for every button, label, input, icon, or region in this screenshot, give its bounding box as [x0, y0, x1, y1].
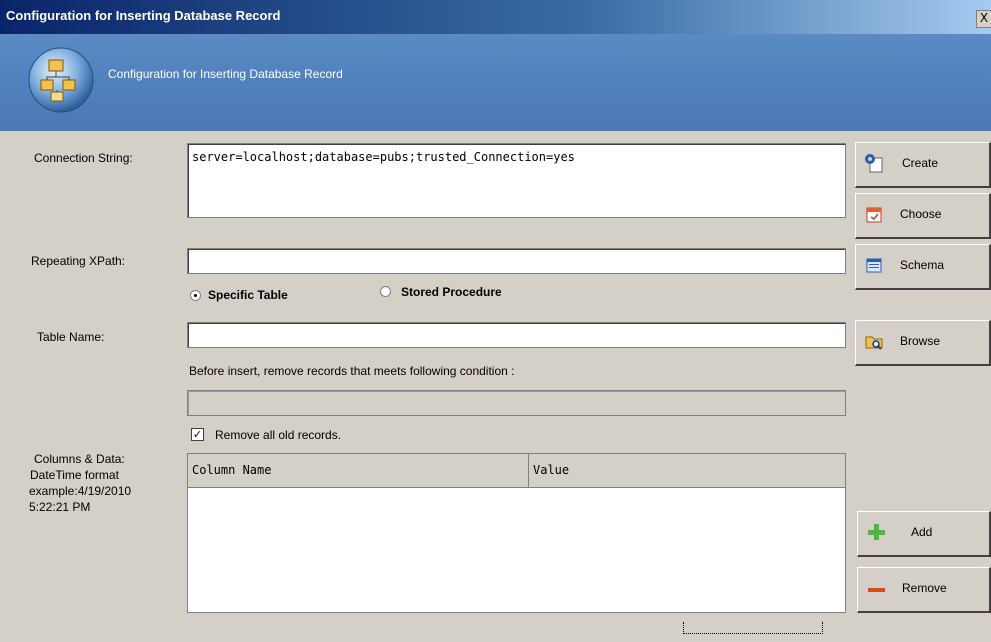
browse-button-label: Browse — [900, 334, 941, 348]
add-button[interactable]: Add — [857, 511, 991, 557]
specific-table-label: Specific Table — [208, 288, 288, 302]
stored-procedure-radio[interactable] — [380, 286, 391, 297]
plus-icon — [868, 524, 885, 540]
remove-button[interactable]: Remove — [857, 567, 991, 613]
grid-header: Column Name Value — [188, 454, 845, 488]
columns-data-label-line2: DateTime format — [30, 468, 119, 482]
repeating-xpath-label: Repeating XPath: — [31, 254, 126, 268]
remove-button-label: Remove — [902, 581, 947, 595]
bottom-button-partial[interactable] — [683, 622, 823, 634]
database-config-icon — [28, 47, 94, 113]
gear-document-icon — [865, 154, 883, 173]
window-title: Configuration for Inserting Database Rec… — [6, 8, 281, 23]
minus-icon — [868, 588, 885, 592]
banner-text: Configuration for Inserting Database Rec… — [108, 67, 343, 81]
columns-data-label-line4: 5:22:21 PM — [29, 500, 91, 514]
connection-string-value: server=localhost;database=pubs;trusted_C… — [192, 150, 575, 164]
condition-label: Before insert, remove records that meets… — [189, 364, 515, 378]
choose-button[interactable]: Choose — [855, 193, 991, 239]
schema-button-label: Schema — [900, 258, 945, 272]
browse-button[interactable]: Browse — [855, 320, 991, 366]
window-icon — [866, 258, 882, 273]
column-name-header[interactable]: Column Name — [188, 454, 529, 487]
schema-button[interactable]: Schema — [855, 244, 991, 290]
table-name-label: Table Name: — [37, 330, 105, 344]
create-button[interactable]: Create — [855, 142, 991, 188]
repeating-xpath-input[interactable] — [187, 248, 846, 274]
title-bar: Configuration for Inserting Database Rec… — [0, 0, 991, 35]
remove-all-label: Remove all old records. — [215, 428, 342, 442]
header-banner: Configuration for Inserting Database Rec… — [0, 34, 991, 131]
add-button-label: Add — [911, 525, 933, 539]
table-name-input[interactable] — [187, 322, 846, 348]
connection-string-label: Connection String: — [34, 151, 133, 165]
choose-button-label: Choose — [900, 207, 942, 221]
value-header[interactable]: Value — [529, 454, 845, 487]
calendar-icon — [866, 207, 882, 223]
condition-input — [187, 390, 846, 416]
columns-data-label: Columns & Data: DateTime format example:… — [26, 451, 176, 515]
columns-data-label-line3: example:4/19/2010 — [29, 484, 132, 498]
stored-procedure-label: Stored Procedure — [401, 285, 502, 299]
create-button-label: Create — [902, 156, 939, 170]
close-button[interactable]: X — [976, 10, 991, 28]
connection-string-input[interactable]: server=localhost;database=pubs;trusted_C… — [187, 143, 846, 218]
columns-data-label-line1: Columns & Data: — [34, 452, 125, 466]
specific-table-radio[interactable] — [190, 290, 201, 301]
columns-data-grid[interactable]: Column Name Value — [187, 453, 846, 613]
remove-all-checkbox[interactable]: ✓ — [191, 428, 204, 441]
folder-search-icon — [865, 336, 883, 350]
